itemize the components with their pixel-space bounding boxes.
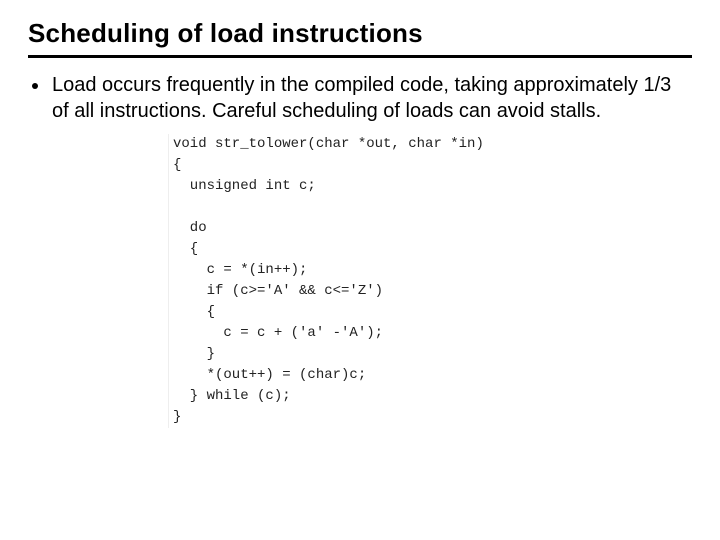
slide: Scheduling of load instructions Load occ… <box>0 0 720 540</box>
bullet-list: Load occurs frequently in the compiled c… <box>50 72 692 124</box>
bullet-item: Load occurs frequently in the compiled c… <box>50 72 692 124</box>
code-text: void str_tolower(char *out, char *in) { … <box>173 134 692 428</box>
slide-title: Scheduling of load instructions <box>28 18 692 49</box>
code-block: void str_tolower(char *out, char *in) { … <box>168 134 692 428</box>
title-underline <box>28 55 692 58</box>
